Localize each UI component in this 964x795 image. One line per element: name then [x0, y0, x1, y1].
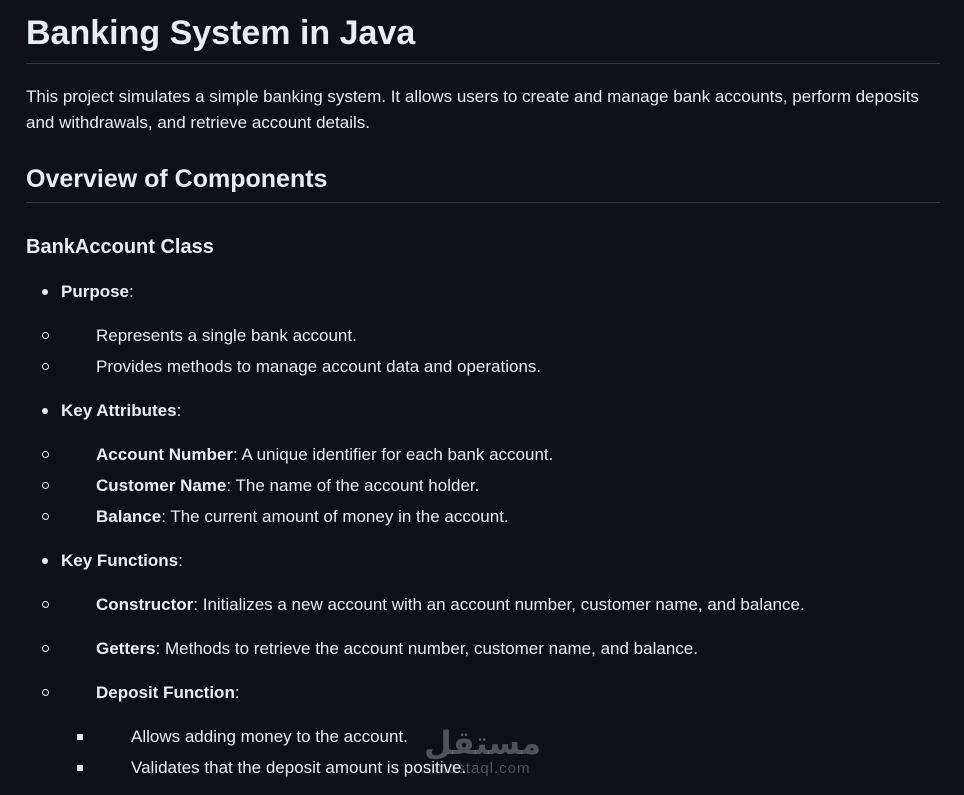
functions-label: Key Functions [61, 551, 179, 570]
colon: : [129, 282, 134, 301]
purpose-list: Represents a single bank account. Provid… [42, 324, 940, 379]
list-item: Represents a single bank account. [42, 324, 940, 348]
bullet-disc [42, 558, 48, 564]
list-item: Deposit Function: Allows adding money to… [42, 681, 940, 780]
list-item: Validates that the deposit amount is pos… [77, 756, 940, 780]
list-item-purpose: Purpose: Represents a single bank accoun… [26, 280, 940, 379]
bullet-circle [42, 482, 49, 489]
list-item: Getters: Methods to retrieve the account… [42, 637, 940, 661]
deposit-list: Allows adding money to the account. Vali… [77, 725, 940, 780]
subsection-heading: BankAccount Class [26, 236, 214, 258]
bullet-circle [42, 363, 49, 370]
bullet-disc [42, 289, 48, 295]
bullet-circle [42, 601, 49, 608]
bullet-square [77, 734, 83, 740]
list-item: Allows adding money to the account. [77, 725, 940, 749]
bullet-circle [42, 451, 49, 458]
bullet-circle [42, 689, 49, 696]
section-heading: Overview of Components [26, 163, 940, 203]
attributes-label: Key Attributes [61, 401, 177, 420]
page-title: Banking System in Java [26, 12, 940, 64]
purpose-label: Purpose [61, 282, 130, 301]
readme-content: Banking System in Java This project simu… [26, 0, 940, 780]
list-item: Account Number: A unique identifier for … [42, 443, 940, 467]
list-item-key-attributes: Key Attributes: Account Number: A unique… [26, 399, 940, 529]
bullet-circle [42, 645, 49, 652]
list-item: Balance: The current amount of money in … [42, 505, 940, 529]
bullet-disc [42, 408, 48, 414]
list-item: Customer Name: The name of the account h… [42, 474, 940, 498]
list-item: Constructor: Initializes a new account w… [42, 593, 940, 617]
list-item-key-functions: Key Functions: Constructor: Initializes … [26, 549, 940, 780]
page: Banking System in Java This project simu… [0, 0, 964, 795]
attributes-list: Account Number: A unique identifier for … [42, 443, 940, 529]
bullet-square [77, 765, 83, 771]
functions-list: Constructor: Initializes a new account w… [42, 593, 940, 780]
bullet-circle [42, 513, 49, 520]
list-item: Provides methods to manage account data … [42, 355, 940, 379]
component-list: Purpose: Represents a single bank accoun… [26, 280, 940, 780]
bullet-circle [42, 332, 49, 339]
intro-paragraph: This project simulates a simple banking … [26, 87, 919, 132]
